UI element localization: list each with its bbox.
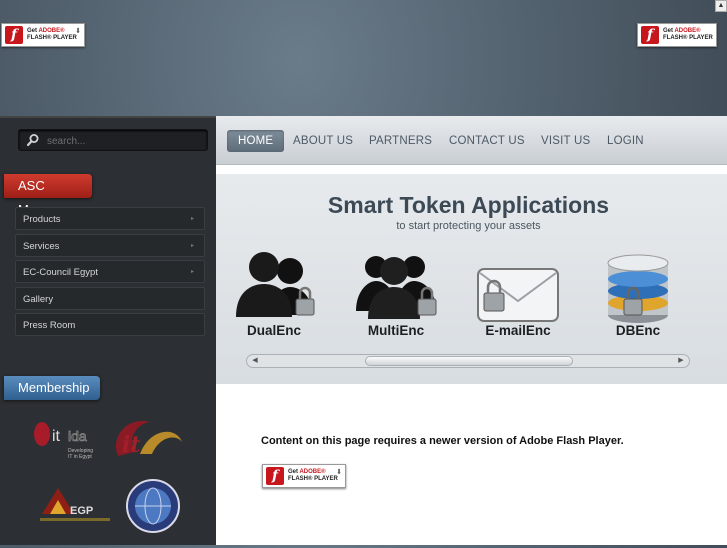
get-flash-player-button[interactable]: f Get ADOBE® FLASH® PLAYER ⬇ <box>262 464 346 488</box>
nav-login[interactable]: LOGIN <box>607 130 644 152</box>
membership-heading: Membership <box>4 376 100 400</box>
app-dbenc[interactable]: DBEnc <box>588 249 688 345</box>
scrollbar-thumb[interactable] <box>365 356 573 366</box>
app-label: DBEnc <box>615 323 661 338</box>
app-multienc[interactable]: MultiEnc <box>346 249 446 345</box>
flash-badge-text: Get ADOBE® FLASH® PLAYER <box>27 28 77 41</box>
database-lock-icon <box>607 254 669 323</box>
top-nav: HOME ABOUT US PARTNERS CONTACT US VISIT … <box>216 116 727 165</box>
app-label: MultiEnc <box>367 323 425 338</box>
app-label: E-mailEnc <box>485 323 551 338</box>
nav-contact-us[interactable]: CONTACT US <box>449 130 525 152</box>
get-flash-badge-left[interactable]: f Get ADOBE® FLASH® PLAYER ⬇ <box>1 23 85 47</box>
flash-logo-icon: f <box>641 26 659 44</box>
chevron-right-icon: ▸ <box>190 216 194 222</box>
search-icon <box>26 134 39 147</box>
itida-swirl-logo[interactable]: it <box>115 420 182 458</box>
svg-text:IT in Egypt: IT in Egypt <box>68 454 92 460</box>
menu-item-gallery[interactable]: Gallery <box>15 286 205 310</box>
download-arrow-icon: ⬇ <box>75 28 81 35</box>
chevron-right-icon: ▸ <box>190 269 194 276</box>
flash-badge-text: Get ADOBE® FLASH® PLAYER <box>663 28 713 41</box>
download-arrow-icon: ⬇ <box>336 469 342 476</box>
itida-logo[interactable]: it ida Developing IT in Egypt <box>34 422 93 460</box>
flash-badge-text: Get ADOBE® FLASH® PLAYER <box>288 469 338 482</box>
scroll-right-icon[interactable]: ▶ <box>676 356 686 366</box>
nav-home[interactable]: HOME <box>227 130 285 152</box>
flash-logo-icon: f <box>5 26 23 44</box>
flash-logo-icon: f <box>266 467 284 485</box>
nav-visit-us[interactable]: VISIT US <box>541 130 590 152</box>
users-lock-icon <box>236 252 315 317</box>
svg-text:EGP: EGP <box>70 505 93 517</box>
nav-about-us[interactable]: ABOUT US <box>293 130 353 152</box>
banner-title: Smart Token Applications <box>327 192 610 218</box>
app-emailenc[interactable]: E-mailEnc <box>468 249 568 345</box>
membership-logos: it ida Developing IT in Egypt it EGP <box>34 420 182 533</box>
menu-item-press-room[interactable]: Press Room <box>15 313 205 337</box>
flash-required-notice: Content on this page requires a newer ve… <box>261 435 624 447</box>
menu-item-ec-council-egypt[interactable]: EC-Council Egypt ▸ <box>15 260 205 284</box>
globe-seal-logo[interactable] <box>126 479 180 533</box>
scroll-left-icon[interactable]: ◀ <box>250 356 260 366</box>
nav-partners[interactable]: PARTNERS <box>369 130 432 152</box>
main-content: HOME ABOUT US PARTNERS CONTACT US VISIT … <box>216 116 727 545</box>
group-lock-icon <box>356 256 437 319</box>
banner-subtitle: to start protecting your assets <box>396 220 541 232</box>
svg-text:it: it <box>122 432 141 458</box>
svg-text:ida: ida <box>68 428 87 444</box>
get-flash-badge-right[interactable]: f Get ADOBE® FLASH® PLAYER <box>637 23 717 47</box>
menu-item-services[interactable]: Services ▸ <box>15 233 205 257</box>
sidebar: ASC Menu Products ▸ Services ▸ EC-Counci… <box>0 116 216 545</box>
app-dualenc[interactable]: DualEnc <box>224 249 324 345</box>
search-input[interactable] <box>45 132 199 150</box>
chevron-right-icon: ▸ <box>190 242 194 249</box>
window-scroll-up-icon[interactable]: ▲ <box>715 0 727 12</box>
menu-item-products[interactable]: Products ▸ <box>15 207 205 230</box>
egp-pyramid-logo[interactable]: EGP <box>40 488 110 521</box>
applications-banner: Smart Token Applications to start protec… <box>216 174 727 384</box>
applications-scrollbar[interactable]: ◀ ▶ <box>246 354 690 368</box>
asc-menu-heading: ASC Menu <box>4 174 92 217</box>
search-box[interactable] <box>18 129 208 151</box>
envelope-lock-icon <box>477 268 559 322</box>
svg-text:it: it <box>52 428 61 445</box>
asc-menu: Products ▸ Services ▸ EC-Council Egypt ▸… <box>15 207 205 340</box>
app-label: DualEnc <box>246 323 301 338</box>
